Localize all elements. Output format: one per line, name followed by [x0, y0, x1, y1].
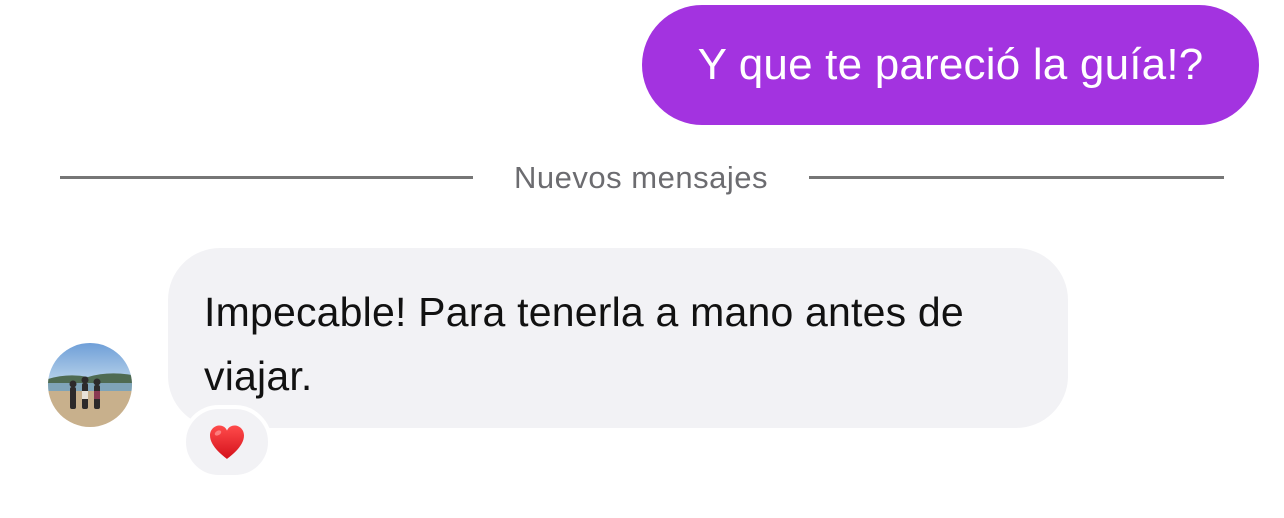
- divider-line-left: [60, 176, 473, 179]
- new-messages-divider-label: Nuevos mensajes: [514, 160, 768, 195]
- avatar-beach-photo-icon: [48, 343, 132, 427]
- incoming-message-bubble[interactable]: Impecable! Para tenerla a mano antes de …: [168, 248, 1068, 428]
- sender-avatar[interactable]: [48, 343, 132, 427]
- message-reaction[interactable]: [182, 405, 272, 479]
- divider-line-right: [809, 176, 1224, 179]
- red-heart-icon: [210, 425, 244, 459]
- outgoing-message-bubble[interactable]: Y que te pareció la guía!?: [642, 5, 1259, 125]
- message-thread: Y que te pareció la guía!? Nuevos mensaj…: [0, 0, 1284, 518]
